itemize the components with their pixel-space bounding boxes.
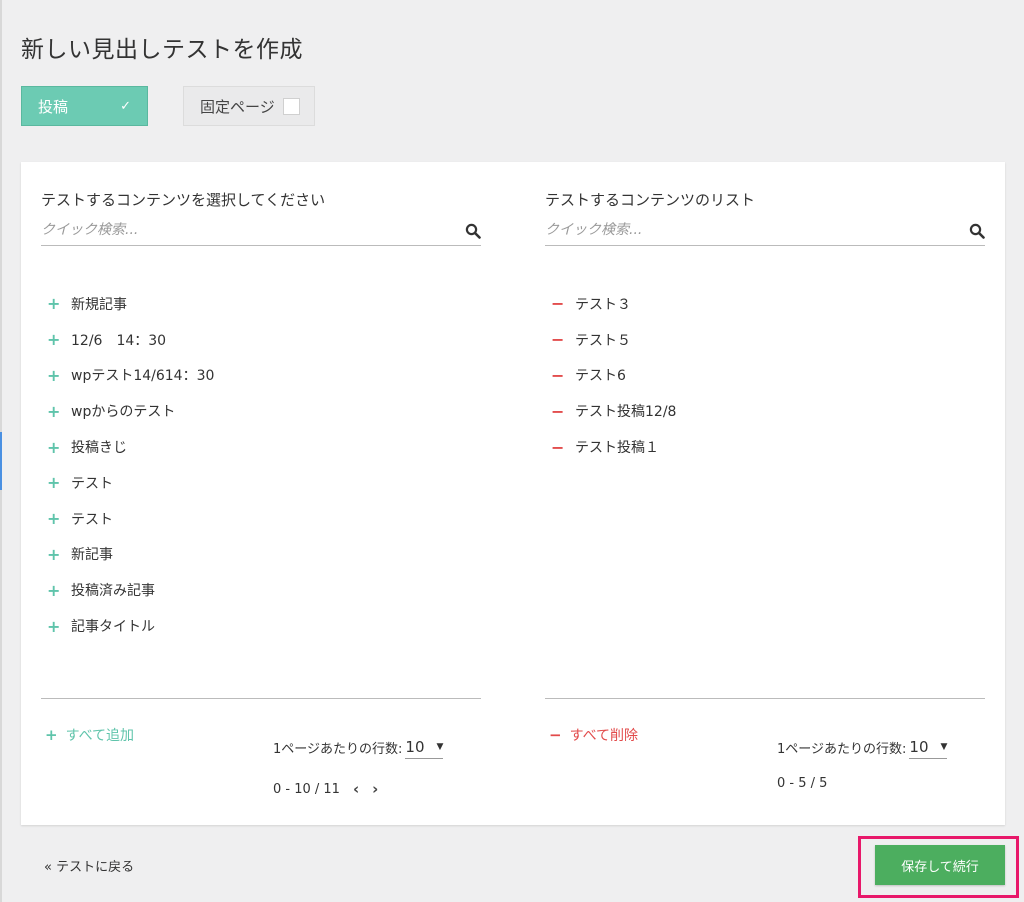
minus-icon[interactable]: − [551, 366, 575, 385]
available-item[interactable]: + テスト [47, 501, 477, 537]
rows-per-page: 1ページあたりの行数: 10 ▼ [777, 735, 948, 759]
post-type-label: 投稿 [38, 97, 69, 116]
available-item-label: テスト [71, 475, 113, 492]
available-content-list: + 新規記事 +12/6 14：30 + wpテスト14/614：30 + wpからの… [47, 286, 477, 644]
add-all-label: すべて追加 [65, 728, 135, 744]
selected-item[interactable]: − テスト投稿１ [551, 429, 981, 465]
available-item[interactable]: + テスト [47, 465, 477, 501]
caret-down-icon: ▼ [436, 741, 444, 752]
available-content-column: テストするコンテンツを選択してください +新規記事 +12/6 14：30 +w… [41, 162, 481, 825]
available-item-label: 投稿きじ [71, 440, 127, 457]
available-item[interactable]: + wpからのテスト [47, 393, 477, 429]
plus-icon[interactable]: + [47, 581, 71, 600]
search-icon[interactable] [465, 223, 481, 239]
available-item[interactable]: + 記事タイトル [47, 608, 477, 644]
minus-icon[interactable]: − [551, 330, 575, 349]
rows-per-page-label: 1ページあたりの行数: [273, 741, 403, 757]
selected-item[interactable]: − テスト6 [551, 358, 981, 394]
selected-content-column: テストするコンテンツのリスト −テスト３ −テスト５ −テスト6 −テスト投稿1… [545, 162, 985, 825]
plus-icon[interactable]: + [47, 330, 71, 349]
minus-icon: − [549, 726, 562, 744]
caret-down-icon: ▼ [940, 741, 948, 752]
available-item[interactable]: +12/6 14：30 [47, 322, 477, 358]
selected-item[interactable]: − テスト３ [551, 286, 981, 322]
plus-icon[interactable]: + [47, 294, 71, 313]
available-item-label: 新記事 [71, 547, 113, 564]
available-item[interactable]: + 新記事 [47, 537, 477, 573]
selected-item[interactable]: − テスト投稿12/8 [551, 393, 981, 429]
plus-icon[interactable]: + [47, 545, 71, 564]
selected-content-title: テストするコンテンツのリスト [545, 191, 756, 209]
available-item[interactable]: + 投稿きじ [47, 429, 477, 465]
plus-icon[interactable]: + [47, 473, 71, 492]
plus-icon[interactable]: + [47, 617, 71, 636]
page-type-label: 固定ページ [200, 97, 275, 116]
selected-item[interactable]: − テスト５ [551, 322, 981, 358]
rows-per-page-select[interactable]: 10 ▼ [909, 735, 948, 759]
available-item-label: 記事タイトル [71, 619, 155, 636]
available-item-label: 新規記事 [71, 296, 127, 313]
pagination: 0 - 5 / 5 [777, 776, 827, 791]
minus-icon[interactable]: − [551, 402, 575, 421]
plus-icon: + [45, 726, 58, 744]
selected-search-input[interactable] [545, 216, 955, 244]
minus-icon[interactable]: − [551, 294, 575, 313]
plus-icon[interactable]: + [47, 366, 71, 385]
available-item-label: テスト [71, 511, 113, 528]
selected-item-label: テスト投稿１ [575, 440, 659, 457]
window-edge-marker [0, 432, 2, 490]
pagination-range: 0 - 5 / 5 [777, 776, 828, 791]
pagination-range: 0 - 10 / 11 [273, 781, 340, 797]
page-type-checkbox[interactable] [283, 97, 300, 115]
add-all-button[interactable]: + すべて追加 [45, 725, 134, 745]
page-type-toggle[interactable]: 固定ページ [183, 86, 315, 126]
chevron-right-icon[interactable]: › [372, 780, 378, 798]
page-title: 新しい見出しテストを作成 [21, 37, 303, 63]
available-item-label: 投稿済み記事 [71, 583, 155, 600]
chevron-left-icon[interactable]: ‹ [353, 780, 359, 798]
search-icon[interactable] [969, 223, 985, 239]
minus-icon[interactable]: − [551, 438, 575, 457]
available-content-title: テストするコンテンツを選択してください [41, 191, 326, 209]
rows-per-page: 1ページあたりの行数: 10 ▼ [273, 735, 444, 759]
available-item[interactable]: + 投稿済み記事 [47, 572, 477, 608]
available-item[interactable]: + wpテスト14/614：30 [47, 358, 477, 394]
selected-item-label: テスト6 [575, 368, 626, 385]
back-to-test-link[interactable]: « テストに戻る [44, 856, 134, 875]
plus-icon[interactable]: + [47, 509, 71, 528]
available-search-input[interactable] [41, 216, 451, 244]
divider [41, 698, 481, 699]
remove-all-button[interactable]: − すべて削除 [549, 725, 638, 745]
selected-content-list: − テスト３ − テスト５ − テスト6 − テスト投稿12/8 − テスト投稿１ [551, 286, 981, 465]
post-type-toggle[interactable]: 投稿 ✓ [21, 86, 148, 126]
content-selection-panel: テストするコンテンツを選択してください +新規記事 +12/6 14：30 +w… [21, 162, 1005, 825]
plus-icon[interactable]: + [47, 438, 71, 457]
selected-item-label: テスト５ [575, 332, 631, 349]
divider [545, 698, 985, 699]
plus-icon[interactable]: + [47, 402, 71, 421]
selected-item-label: テスト３ [575, 296, 631, 313]
available-item-label: wpテスト14/614：30 [71, 368, 215, 385]
rows-per-page-label: 1ページあたりの行数: [777, 741, 907, 757]
available-search [41, 216, 481, 246]
selected-search [545, 216, 985, 246]
rows-per-page-value: 10 [405, 737, 425, 756]
check-icon: ✓ [120, 98, 131, 114]
rows-per-page-value: 10 [909, 737, 929, 756]
rows-per-page-select[interactable]: 10 ▼ [405, 735, 444, 759]
save-and-continue-button[interactable]: 保存して続行 [875, 845, 1005, 885]
pagination: 0 - 10 / 11 ‹ › [273, 780, 378, 798]
selected-item-label: テスト投稿12/8 [575, 404, 677, 421]
available-item-label: wpからのテスト [71, 404, 176, 421]
available-item[interactable]: + 新規記事 [47, 286, 477, 322]
available-item-label: 12/6 14：30 [71, 332, 167, 349]
remove-all-label: すべて削除 [569, 728, 639, 744]
